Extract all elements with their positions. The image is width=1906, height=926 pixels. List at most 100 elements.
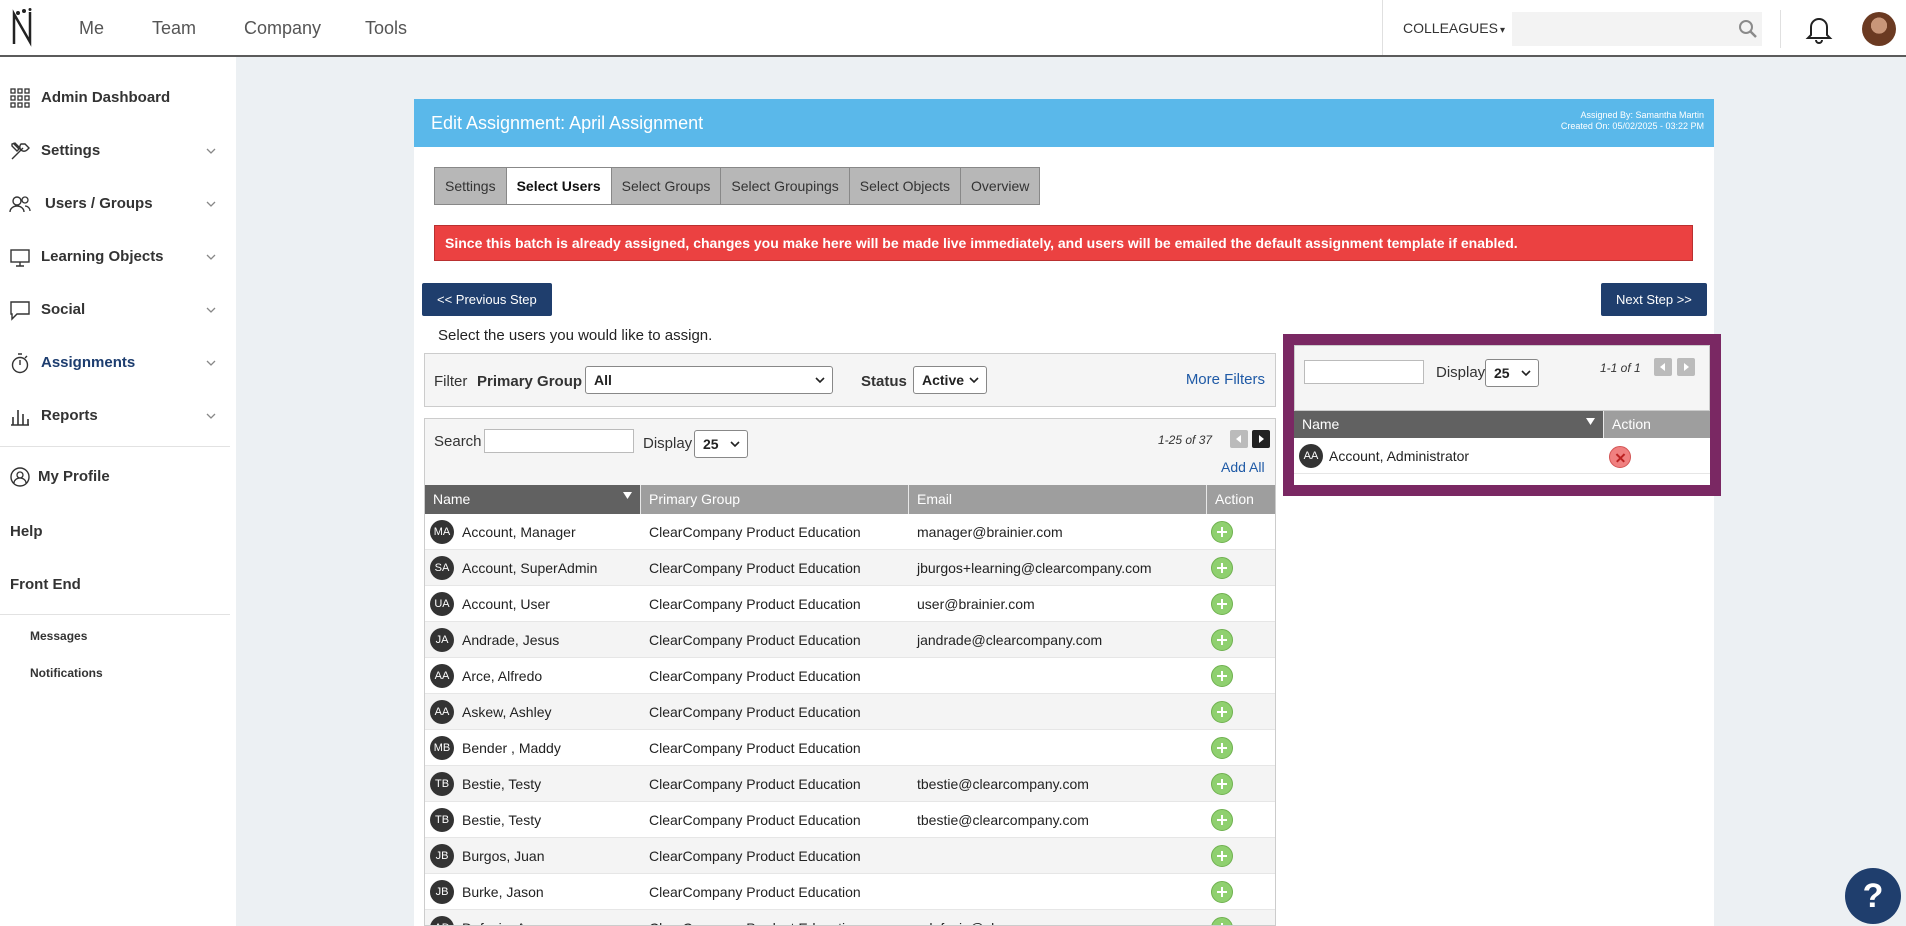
column-header-email[interactable]: Email xyxy=(909,485,1207,514)
add-user-button[interactable] xyxy=(1211,917,1233,925)
user-email: manager@brainier.com xyxy=(917,524,1063,540)
tab-overview[interactable]: Overview xyxy=(961,168,1039,204)
prev-page-button[interactable] xyxy=(1230,430,1248,448)
sidebar-item-users-groups[interactable]: Users / Groups xyxy=(0,184,236,224)
add-user-button[interactable] xyxy=(1211,665,1233,687)
table-row: TB Bestie, Testy ClearCompany Product Educ… xyxy=(425,766,1275,802)
add-user-button[interactable] xyxy=(1211,773,1233,795)
selected-table-header: Name Action xyxy=(1294,411,1710,438)
sidebar-item-reports[interactable]: Reports xyxy=(0,396,236,436)
selected-next-page-button[interactable] xyxy=(1677,358,1695,376)
search-label: Search xyxy=(434,433,482,450)
available-users-list: Search Display 25 1-25 of 37 Add All Nam… xyxy=(424,418,1276,926)
add-user-button[interactable] xyxy=(1211,809,1233,831)
user-avatar[interactable] xyxy=(1862,12,1896,46)
user-initials-avatar: UA xyxy=(430,592,454,616)
selected-search-input[interactable] xyxy=(1304,360,1424,384)
user-initials-avatar: TB xyxy=(430,808,454,832)
chevron-down-icon xyxy=(815,377,825,384)
sidebar-divider xyxy=(0,446,230,447)
column-header-name[interactable]: Name xyxy=(425,485,641,514)
sidebar-item-help[interactable]: Help xyxy=(10,523,43,540)
sidebar-item-label: Social xyxy=(41,301,86,318)
chevron-down-icon xyxy=(206,201,216,207)
add-user-button[interactable] xyxy=(1211,521,1233,543)
global-search-input[interactable] xyxy=(1512,12,1762,46)
tab-settings[interactable]: Settings xyxy=(435,168,507,204)
status-value: Active xyxy=(922,372,965,388)
sidebar-item-label: Assignments xyxy=(41,354,136,371)
user-name: Arce, Alfredo xyxy=(462,668,543,684)
column-label: Name xyxy=(1302,416,1340,432)
user-primary-group: ClearCompany Product Education xyxy=(649,524,861,540)
primary-group-select[interactable]: All xyxy=(585,366,833,394)
add-all-link[interactable]: Add All xyxy=(1221,459,1265,475)
table-row: MB Bender , Maddy ClearCompany Product Edu… xyxy=(425,730,1275,766)
users-icon xyxy=(9,196,31,213)
logo-icon[interactable] xyxy=(10,8,38,48)
previous-step-button[interactable]: << Previous Step xyxy=(422,283,552,316)
sidebar-item-label: My Profile xyxy=(38,468,110,485)
add-user-button[interactable] xyxy=(1211,737,1233,759)
column-header-primary-group[interactable]: Primary Group xyxy=(641,485,909,514)
user-name: Account, Manager xyxy=(462,524,576,540)
chevron-down-icon xyxy=(206,413,216,419)
nav-company[interactable]: Company xyxy=(244,18,321,39)
add-user-button[interactable] xyxy=(1211,881,1233,903)
user-initials-avatar: TB xyxy=(430,772,454,796)
sidebar-item-admin-dashboard[interactable]: Admin Dashboard xyxy=(0,78,236,118)
column-header-name[interactable]: Name xyxy=(1294,411,1604,438)
sidebar-item-notifications[interactable]: Notifications xyxy=(30,666,103,680)
sidebar-item-front-end[interactable]: Front End xyxy=(10,576,81,593)
status-label: Status xyxy=(861,373,907,390)
remove-user-button[interactable] xyxy=(1609,446,1631,468)
instructions-text: Select the users you would like to assig… xyxy=(438,327,713,344)
next-page-button[interactable] xyxy=(1252,430,1270,448)
add-user-button[interactable] xyxy=(1211,701,1233,723)
user-name: Bestie, Testy xyxy=(462,776,542,792)
tab-select-groups[interactable]: Select Groups xyxy=(612,168,722,204)
warning-alert: Since this batch is already assigned, ch… xyxy=(434,225,1693,261)
sidebar-item-settings[interactable]: Settings xyxy=(0,131,236,171)
tab-select-users[interactable]: Select Users xyxy=(506,168,612,204)
bell-icon[interactable] xyxy=(1805,14,1833,44)
nav-me[interactable]: Me xyxy=(79,18,104,39)
search-icon[interactable] xyxy=(1738,19,1758,39)
user-primary-group: ClearCompany Product Education xyxy=(649,848,861,864)
user-search-input[interactable] xyxy=(484,429,634,453)
chevron-down-icon xyxy=(730,441,740,448)
monitor-icon xyxy=(10,249,30,267)
column-label: Name xyxy=(433,491,471,507)
user-initials-avatar: JB xyxy=(430,880,454,904)
assigned-by: Assigned By: Samantha Martin xyxy=(1580,110,1704,120)
selected-display-count-select[interactable]: 25 xyxy=(1485,359,1539,387)
sidebar-item-messages[interactable]: Messages xyxy=(30,629,87,643)
add-user-button[interactable] xyxy=(1211,557,1233,579)
user-name: Defazio, Anne xyxy=(462,920,549,925)
sidebar-item-learning-objects[interactable]: Learning Objects xyxy=(0,237,236,277)
next-step-button[interactable]: Next Step >> xyxy=(1601,283,1707,316)
tab-select-groupings[interactable]: Select Groupings xyxy=(721,168,850,204)
tab-select-objects[interactable]: Select Objects xyxy=(850,168,962,204)
selected-prev-page-button[interactable] xyxy=(1654,358,1672,376)
user-name: Bestie, Testy xyxy=(462,812,542,828)
user-name: Bender , Maddy xyxy=(462,740,561,756)
table-header: Name Primary Group Email Action xyxy=(425,485,1275,514)
primary-group-value: All xyxy=(594,372,612,388)
add-user-button[interactable] xyxy=(1211,593,1233,615)
colleagues-dropdown[interactable]: COLLEAGUES ▾ xyxy=(1382,0,1505,55)
sidebar-item-social[interactable]: Social xyxy=(0,290,236,330)
user-email: jburgos+learning@clearcompany.com xyxy=(917,560,1152,576)
sidebar-item-my-profile[interactable]: My Profile xyxy=(0,457,236,497)
display-count-select[interactable]: 25 xyxy=(694,430,748,458)
more-filters-link[interactable]: More Filters xyxy=(1186,371,1265,388)
user-initials-avatar: AA xyxy=(430,664,454,688)
status-select[interactable]: Active xyxy=(913,366,987,394)
add-user-button[interactable] xyxy=(1211,845,1233,867)
user-primary-group: ClearCompany Product Education xyxy=(649,596,861,612)
nav-team[interactable]: Team xyxy=(152,18,196,39)
sidebar-item-assignments[interactable]: Assignments xyxy=(0,343,236,383)
add-user-button[interactable] xyxy=(1211,629,1233,651)
help-chat-button[interactable]: ? xyxy=(1845,868,1901,924)
nav-tools[interactable]: Tools xyxy=(365,18,407,39)
